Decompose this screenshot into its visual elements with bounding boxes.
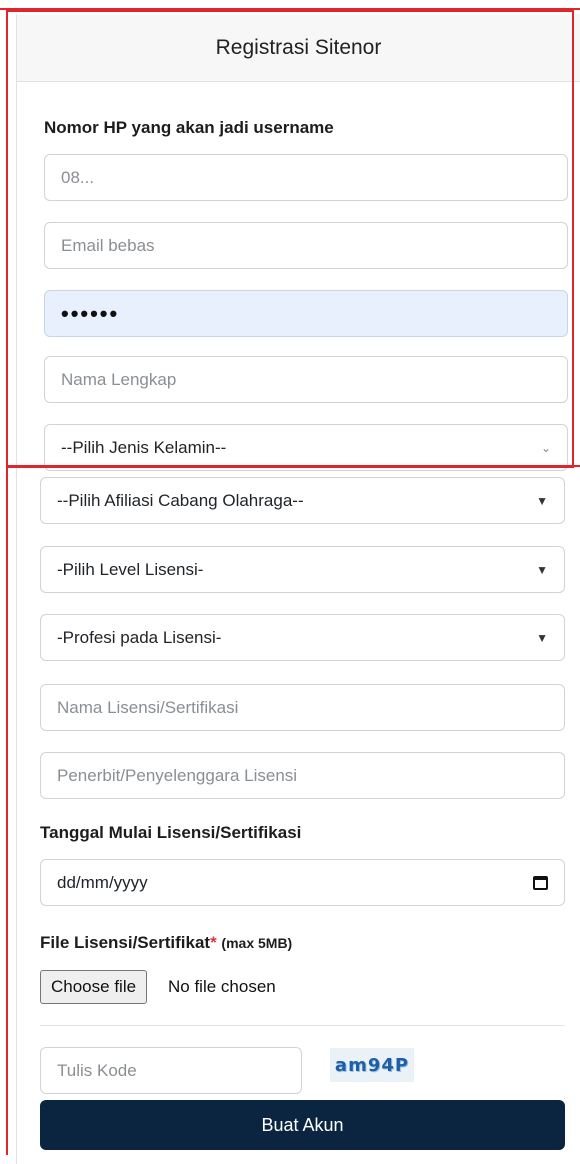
issuer-placeholder: Penerbit/Penyelenggara Lisensi <box>57 765 298 785</box>
caret-down-icon: ▼ <box>536 630 548 645</box>
phone-label: Nomor HP yang akan jadi username <box>44 118 334 137</box>
file-label: File Lisensi/Sertifikat* (max 5MB) <box>40 933 292 953</box>
required-asterisk: * <box>210 933 217 952</box>
captcha-input[interactable]: Tulis Kode <box>40 1047 302 1094</box>
phone-placeholder: 08... <box>61 167 95 187</box>
captcha-image: am94P <box>330 1048 414 1082</box>
sport-select-value: --Pilih Afiliasi Cabang Olahraga-- <box>57 490 304 510</box>
captcha-placeholder: Tulis Kode <box>57 1060 137 1080</box>
annotation-line <box>0 8 580 10</box>
calendar-icon[interactable] <box>533 875 548 890</box>
caret-down-icon: ▼ <box>536 562 548 577</box>
chevron-down-icon: ⌄ <box>540 440 551 455</box>
gender-select-value: --Pilih Jenis Kelamin-- <box>61 437 227 457</box>
card-header: Registrasi Sitenor <box>17 14 580 82</box>
start-date-label: Tanggal Mulai Lisensi/Sertifikasi <box>40 823 302 842</box>
license-level-select[interactable]: -Pilih Level Lisensi- ▼ <box>40 546 565 593</box>
file-size-note: (max 5MB) <box>221 935 293 951</box>
license-name-placeholder: Nama Lisensi/Sertifikasi <box>57 697 239 717</box>
caret-down-icon: ▼ <box>536 493 548 508</box>
sport-affiliation-select[interactable]: --Pilih Afiliasi Cabang Olahraga-- ▼ <box>40 477 565 524</box>
start-date-input[interactable]: dd/mm/yyyy <box>40 859 565 906</box>
profession-select[interactable]: -Profesi pada Lisensi- ▼ <box>40 614 565 661</box>
file-status: No file chosen <box>168 977 276 996</box>
email-placeholder: Email bebas <box>61 235 155 255</box>
full-name-input[interactable]: Nama Lengkap <box>44 356 568 403</box>
date-value: dd/mm/yyyy <box>57 872 148 892</box>
password-value: •••••• <box>61 300 120 326</box>
password-input[interactable]: •••••• <box>44 290 568 337</box>
gender-select[interactable]: --Pilih Jenis Kelamin-- ⌄ <box>44 424 568 471</box>
page-title: Registrasi Sitenor <box>215 35 382 59</box>
choose-file-button[interactable]: Choose file <box>40 970 148 1004</box>
divider <box>40 1025 565 1026</box>
full-name-placeholder: Nama Lengkap <box>61 369 177 389</box>
issuer-input[interactable]: Penerbit/Penyelenggara Lisensi <box>40 752 565 799</box>
file-label-text: File Lisensi/Sertifikat <box>40 933 211 952</box>
email-input[interactable]: Email bebas <box>44 222 568 269</box>
phone-input[interactable]: 08... <box>44 154 568 201</box>
license-name-input[interactable]: Nama Lisensi/Sertifikasi <box>40 684 565 731</box>
license-level-value: -Pilih Level Lisensi- <box>57 559 204 579</box>
profession-value: -Profesi pada Lisensi- <box>57 627 222 647</box>
create-account-button[interactable]: Buat Akun <box>40 1100 565 1150</box>
